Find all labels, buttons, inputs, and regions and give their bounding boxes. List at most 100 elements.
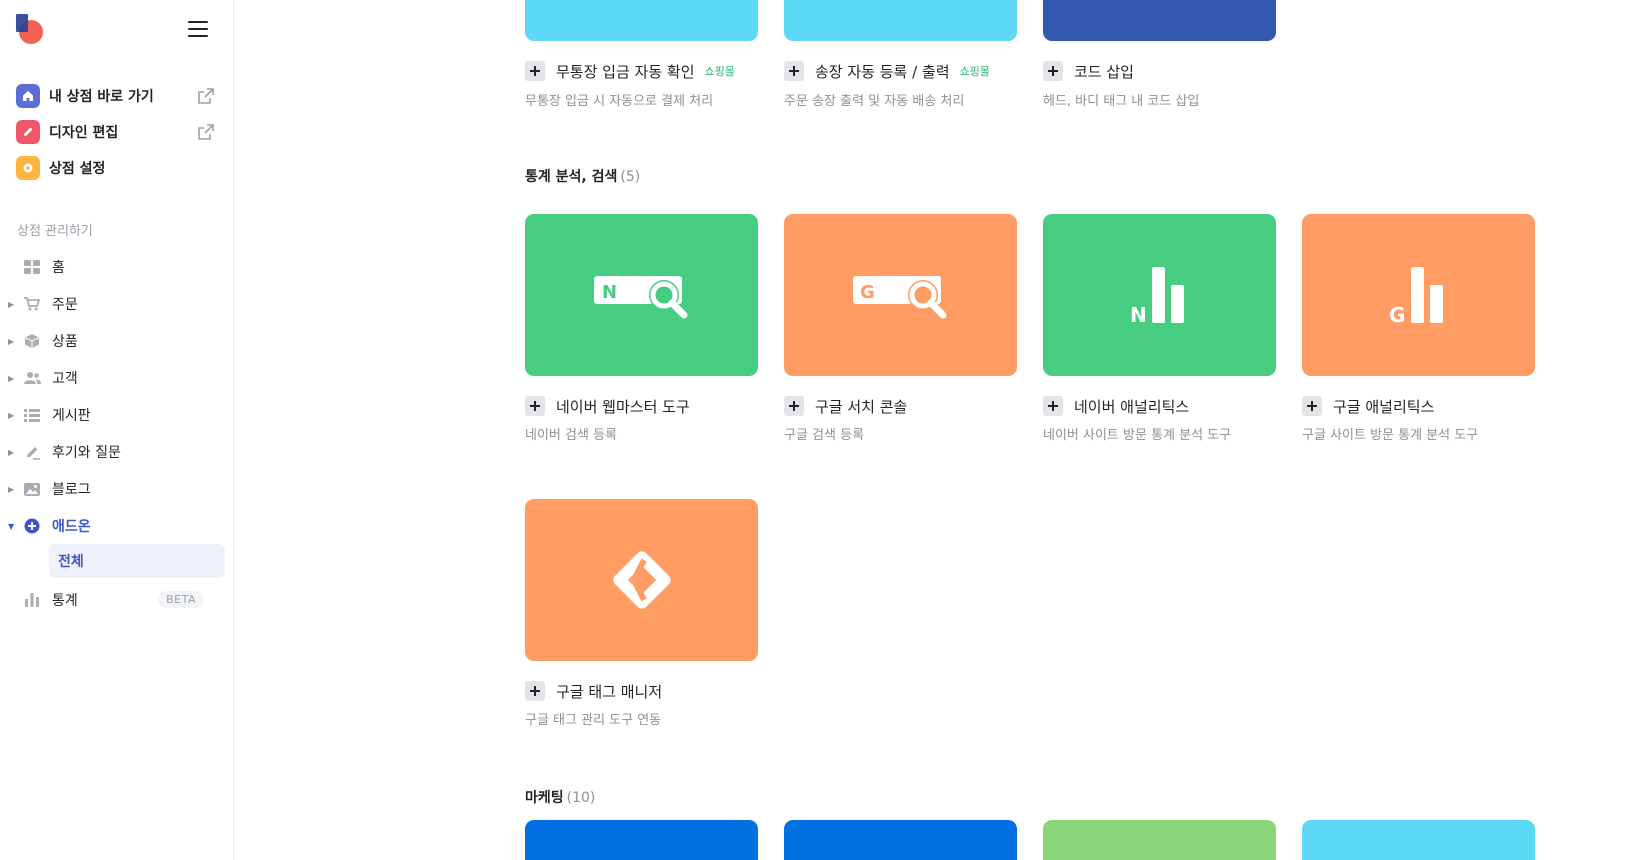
svg-text:N: N [1130,303,1147,323]
sidebar-subitem-all[interactable]: 전체 [49,544,225,578]
pen-icon [22,442,42,462]
add-addon-button[interactable] [1302,396,1322,416]
addon-tile-marketing-3[interactable] [1043,820,1276,860]
section-title-marketing: 마케팅 (10) [525,790,596,806]
plus-icon [530,401,540,411]
addon-tile-marketing-1[interactable] [525,820,758,860]
svg-text:G: G [1389,303,1405,323]
caret-right-icon: ▶ [8,410,15,420]
addon-desc: 주문 송장 출력 및 자동 배송 처리 [784,94,965,109]
addon-tile-marketing-2[interactable] [784,820,1017,860]
external-link-icon[interactable] [196,86,216,106]
quick-link-label: 디자인 편집 [49,125,119,141]
section-title-analytics: 통계 분석, 검색 (5) [525,169,641,185]
plus-icon [1048,401,1058,411]
sidebar-item-board[interactable]: ▶ 게시판 [8,398,226,432]
quick-link-store-settings[interactable]: 상점 설정 [16,154,216,182]
addon-desc: 구글 사이트 방문 통계 분석 도구 [1302,428,1479,443]
external-link-icon[interactable] [196,122,216,142]
addon-badge: 쇼핑몰 [704,65,735,78]
sidebar-item-label: 주문 [52,297,78,313]
logo[interactable] [16,14,43,44]
google-tag-manager-icon [612,551,671,609]
section-count: (5) [620,169,641,185]
add-addon-button[interactable] [1043,61,1063,81]
caret-right-icon: ▶ [8,299,15,309]
svg-text:N: N [602,282,617,303]
cart-icon [22,294,42,314]
sidebar-item-label: 후기와 질문 [52,445,121,461]
addon-tile-naver-analytics[interactable]: N [1043,214,1276,376]
plus-icon [789,66,799,76]
sidebar-item-addons[interactable]: ▼ 애드온 [8,509,226,543]
addon-card-title: 무통장 입금 자동 확인 쇼핑몰 [525,59,735,83]
quick-link-my-store[interactable]: 내 상점 바로 가기 [16,82,216,110]
sidebar-item-label: 애드온 [52,519,91,535]
svg-text:G: G [860,282,875,303]
image-icon [22,479,42,499]
beta-badge: BETA [158,591,204,608]
add-addon-button[interactable] [784,396,804,416]
addon-card-title: 네이버 애널리틱스 [1043,394,1189,418]
addon-title: 네이버 애널리틱스 [1074,397,1190,416]
addon-tile-invoice[interactable] [784,0,1017,41]
caret-right-icon: ▶ [8,373,15,383]
naver-analytics-icon: N [1130,267,1184,323]
add-addon-button[interactable] [784,61,804,81]
plus-icon [530,66,540,76]
addon-tile-google-analytics[interactable]: G [1302,214,1535,376]
sidebar-item-label: 게시판 [52,408,91,424]
addon-desc: 구글 태그 관리 도구 연동 [525,713,662,728]
google-search-icon: G [852,276,946,319]
gear-icon [16,156,40,180]
plus-icon [789,401,799,411]
addon-card-title: 구글 서치 콘솔 [784,394,907,418]
addon-title: 구글 태그 매니저 [556,682,663,701]
main-content: 무통장 입금 자동 확인 쇼핑몰 무통장 입금 시 자동으로 결제 처리 송장 … [234,0,1630,860]
box-icon [22,331,42,351]
sidebar-item-statistics[interactable]: 통계 BETA [8,583,226,617]
addon-title: 무통장 입금 자동 확인 [556,62,695,81]
add-addon-button[interactable] [1043,396,1063,416]
menu-toggle-icon[interactable] [188,20,210,38]
add-addon-button[interactable] [525,61,545,81]
addon-tile-naver-webmaster[interactable]: N [525,214,758,376]
sidebar-item-home[interactable]: 홈 [8,250,226,284]
google-analytics-icon: G [1389,267,1443,323]
addon-title: 네이버 웹마스터 도구 [556,397,690,416]
addon-tile-google-tag-manager[interactable] [525,499,758,661]
sidebar-item-reviews[interactable]: ▶ 후기와 질문 [8,435,226,469]
quick-link-label: 내 상점 바로 가기 [49,89,154,105]
plus-circle-icon [22,516,42,536]
addon-title: 구글 애널리틱스 [1333,397,1435,416]
addon-tile-bank-deposit[interactable] [525,0,758,41]
add-addon-button[interactable] [525,681,545,701]
users-icon [22,368,42,388]
sidebar-item-orders[interactable]: ▶ 주문 [8,287,226,321]
addon-card-title: 코드 삽입 [1043,59,1134,83]
quick-link-label: 상점 설정 [49,161,106,177]
add-addon-button[interactable] [525,396,545,416]
addon-tile-google-search-console[interactable]: G [784,214,1017,376]
addon-card-title: 구글 애널리틱스 [1302,394,1434,418]
plus-icon [530,686,540,696]
sidebar-item-label: 홈 [52,260,65,276]
plus-icon [1307,401,1317,411]
caret-right-icon: ▶ [8,336,15,346]
sidebar-item-products[interactable]: ▶ 상품 [8,324,226,358]
plus-icon [1048,66,1058,76]
quick-link-design-edit[interactable]: 디자인 편집 [16,118,216,146]
addon-tile-marketing-4[interactable] [1302,820,1535,860]
addon-desc: 구글 검색 등록 [784,428,865,443]
addon-title: 구글 서치 콘솔 [815,397,908,416]
addon-badge: 쇼핑몰 [959,65,990,78]
addon-desc: 네이버 검색 등록 [525,428,617,443]
list-icon [22,405,42,425]
pencil-icon [16,120,40,144]
sidebar: 내 상점 바로 가기 디자인 편집 상점 설정 상점 관리하기 홈 ▶ 주문 ▶ [0,0,234,860]
addon-desc: 네이버 사이트 방문 통계 분석 도구 [1043,428,1232,443]
sidebar-item-blog[interactable]: ▶ 블로그 [8,472,226,506]
sidebar-item-customers[interactable]: ▶ 고객 [8,361,226,395]
addon-tile-code-insert[interactable] [1043,0,1276,41]
addon-desc: 헤드, 바디 태그 내 코드 삽입 [1043,94,1200,109]
